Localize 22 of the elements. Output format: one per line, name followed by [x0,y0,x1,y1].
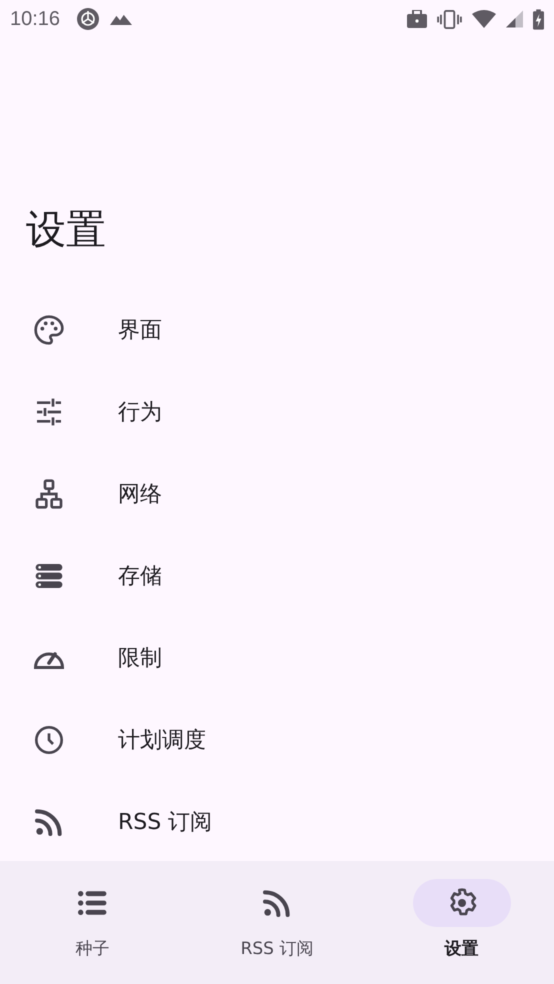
clock-icon [33,724,65,756]
palette-icon [33,314,65,346]
nav-tab[interactable]: 种子 [32,879,152,984]
vibrate-icon [437,10,462,28]
settings-item[interactable]: 网络 [0,453,554,535]
page-title: 设置 [26,206,107,255]
data-saver-icon [76,7,100,31]
settings-item[interactable]: 限制 [0,617,554,699]
nav-tab[interactable]: RSS 订阅 [216,879,337,984]
signal-icon [506,10,523,28]
settings-item[interactable]: 存储 [0,535,554,617]
nav-tab[interactable]: 设置 [402,879,522,984]
mountain-icon [110,12,132,26]
status-time: 10:16 [10,8,60,30]
battery-icon [533,8,544,30]
briefcase-icon [407,10,427,28]
network-icon [33,478,65,510]
settings-item[interactable]: 界面 [0,289,554,371]
settings-item[interactable]: RSS 订阅 [0,781,554,861]
settings-item[interactable]: 行为 [0,371,554,453]
settings-item[interactable]: 计划调度 [0,699,554,781]
wifi-icon [472,10,496,28]
